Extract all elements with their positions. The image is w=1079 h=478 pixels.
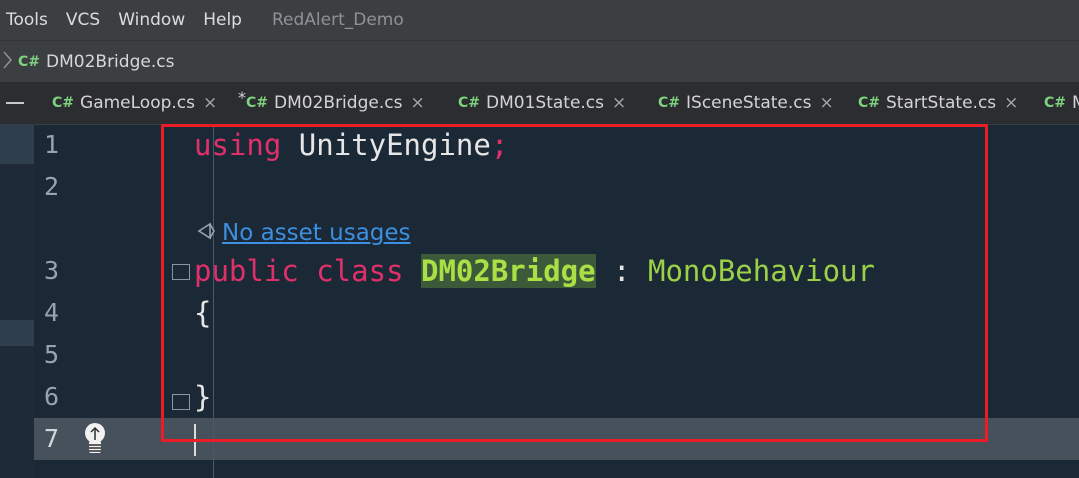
tool-window-button[interactable] — [0, 320, 34, 346]
csharp-file-icon: C# — [658, 95, 681, 111]
menu-vcs[interactable]: VCS — [58, 10, 108, 30]
menu-window[interactable]: Window — [110, 10, 193, 30]
csharp-file-icon: C# — [52, 95, 75, 111]
modified-indicator: * — [238, 88, 246, 107]
tab-gameloop[interactable]: C# GameLoop.cs × — [52, 82, 217, 124]
line-number: 5 — [44, 340, 60, 369]
tab-dm02bridge[interactable]: * C# DM02Bridge.cs × — [238, 82, 425, 126]
menu-bar: Tools VCS Window Help RedAlert_Demo — [0, 0, 1079, 40]
tab-iscenestate[interactable]: C# ISceneState.cs × — [658, 82, 834, 124]
csharp-file-icon: C# — [18, 54, 41, 70]
editor-tabs: C# GameLoop.cs × * C# DM02Bridge.cs × C#… — [0, 82, 1079, 126]
tool-window-button[interactable] — [0, 124, 34, 164]
breadcrumb-file[interactable]: DM02Bridge.cs — [46, 52, 174, 72]
tab-label: M — [1072, 93, 1079, 113]
tab-label: GameLoop.cs — [80, 93, 195, 113]
close-icon[interactable]: × — [410, 93, 424, 113]
menu-help[interactable]: Help — [195, 10, 250, 30]
csharp-file-icon: C# — [246, 95, 269, 111]
lightbulb-icon[interactable] — [80, 420, 110, 462]
tab-label: DM01State.cs — [486, 93, 605, 113]
chevron-right-icon — [2, 50, 18, 74]
tab-label: ISceneState.cs — [686, 93, 812, 113]
line-number: 3 — [44, 256, 60, 285]
csharp-file-icon: C# — [1044, 95, 1067, 111]
minimize-icon[interactable] — [6, 102, 24, 104]
close-icon[interactable]: × — [1004, 93, 1018, 113]
line-number: 7 — [44, 424, 60, 453]
tab-dm01state[interactable]: C# DM01State.cs × — [458, 82, 626, 124]
line-number: 4 — [44, 298, 60, 327]
tab-overflow[interactable]: C# M — [1044, 82, 1079, 124]
line-number: 1 — [44, 130, 60, 159]
line-number: 6 — [44, 382, 60, 411]
close-icon[interactable]: × — [612, 93, 626, 113]
csharp-file-icon: C# — [858, 95, 881, 111]
breadcrumb: C# DM02Bridge.cs — [0, 40, 1079, 83]
csharp-file-icon: C# — [458, 95, 481, 111]
close-icon[interactable]: × — [819, 93, 833, 113]
project-title: RedAlert_Demo — [271, 10, 404, 30]
menu-tools[interactable]: Tools — [0, 10, 56, 30]
tab-label: DM02Bridge.cs — [274, 93, 403, 113]
tool-window-strip — [0, 124, 34, 478]
close-icon[interactable]: × — [203, 93, 217, 113]
tab-label: StartState.cs — [886, 93, 997, 113]
annotation-highlight-box — [161, 124, 988, 442]
tab-startstate[interactable]: C# StartState.cs × — [858, 82, 1018, 124]
line-number: 2 — [44, 172, 60, 201]
